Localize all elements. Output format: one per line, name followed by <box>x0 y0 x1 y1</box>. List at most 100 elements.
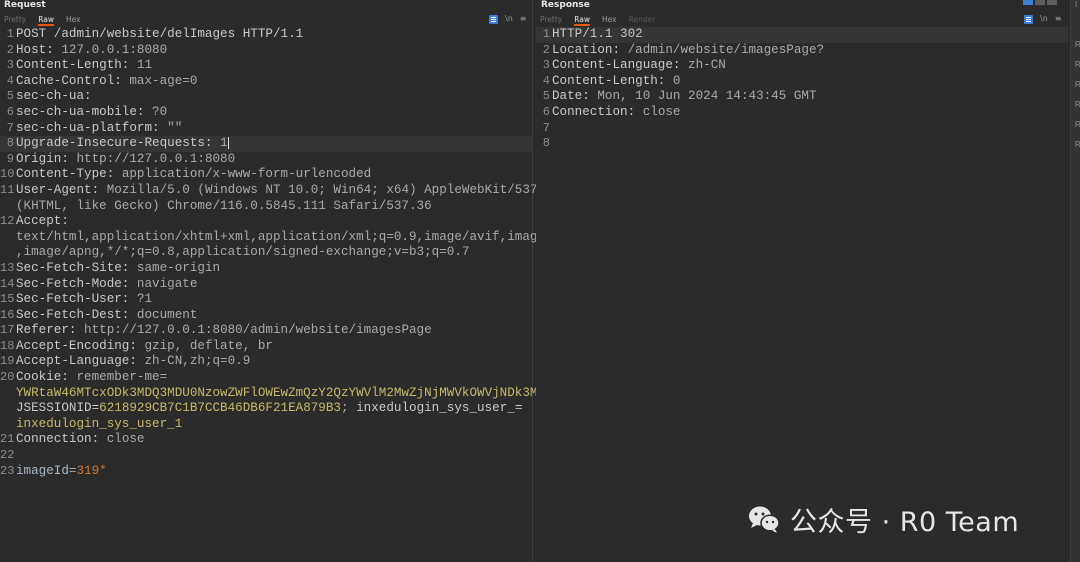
line-text: Accept-Encoding: gzip, deflate, br <box>16 339 273 355</box>
word-wrap-icon[interactable] <box>489 14 498 24</box>
line-text: sec-ch-ua-platform: "" <box>16 121 182 137</box>
line-text: Origin: http://127.0.0.1:8080 <box>16 152 235 168</box>
line-number: 3 <box>542 58 550 73</box>
line-text: HTTP/1.1 302 <box>552 27 643 43</box>
editor-line: 3 Content-Language: zh-CN <box>536 58 1068 74</box>
line-text: JSESSIONID=6218929CB7C1B7CCB46DB6F21EA87… <box>16 401 522 417</box>
show-newlines-button[interactable]: \n <box>505 13 513 25</box>
token: (KHTML, like Gecko) Chrome/116.0.5845.11… <box>16 198 432 213</box>
token: navigate <box>136 276 198 291</box>
line-number: 5 <box>542 89 550 104</box>
editor-line: 12 Accept: <box>0 214 532 230</box>
token: Connection: <box>16 432 107 447</box>
line-text: Date: Mon, 10 Jun 2024 14:43:45 GMT <box>552 89 817 105</box>
line-text: YWRtaW46MTcxODk3MDQ3MDU0NzowZWFlOWEwZmQz… <box>16 386 553 402</box>
token: max-age=0 <box>129 73 198 88</box>
editor-line: 17 Referer: http://127.0.0.1:8080/admin/w… <box>0 323 532 339</box>
sidebar-letter: R <box>1075 40 1080 49</box>
line-number: 9 <box>6 151 14 166</box>
line-text: Connection: close <box>16 432 145 448</box>
request-tab-hex[interactable]: Hex <box>66 13 87 26</box>
line-number: 21 <box>0 432 15 447</box>
editor-line: 20 Cookie: remember-me= <box>0 370 532 386</box>
layout-toggle-group <box>1023 0 1057 5</box>
token: 319* <box>76 463 107 478</box>
line-text: Cookie: remember-me= <box>16 370 167 386</box>
token: Content-Language: <box>552 58 689 73</box>
request-panel: Request Pretty Raw Hex \n ≡ 1 POST /admin… <box>0 0 583 562</box>
token: POST /admin/website/delImages HTTP/1.1 <box>16 27 304 41</box>
line-text: POST /admin/website/delImages HTTP/1.1 <box>16 27 303 43</box>
line-text: Content-Language: zh-CN <box>552 58 726 74</box>
line-number: 10 <box>0 167 15 182</box>
response-tab-render[interactable]: Render <box>629 13 662 26</box>
token: Connection: <box>552 104 643 119</box>
line-number: 8 <box>6 136 14 151</box>
line-text: Content-Length: 0 <box>552 74 680 90</box>
editor-line: 7 sec-ch-ua-platform: "" <box>0 121 532 137</box>
show-newlines-button[interactable]: \n <box>1040 13 1048 25</box>
token: Cookie: <box>16 370 77 385</box>
editor-line: 8 <box>536 136 1068 152</box>
sidebar-letter: R <box>1075 80 1080 89</box>
line-text: inxedulogin_sys_user_1 <box>16 417 182 433</box>
editor-line: 23 imageId=319* <box>0 464 532 480</box>
line-number: 13 <box>0 260 15 275</box>
line-number: 8 <box>542 136 550 151</box>
watermark: 公众号 · R0 Team <box>746 500 1019 538</box>
token: ,image/apng,*/*;q=0.8,application/signed… <box>16 245 470 260</box>
token: application/x-www-form-urlencoded <box>121 167 372 182</box>
token: Date: <box>552 89 598 104</box>
token: ?0 <box>152 104 168 119</box>
token: close <box>106 432 145 447</box>
line-text: Content-Length: 11 <box>16 58 152 74</box>
wechat-icon <box>746 501 782 537</box>
token: inxedulogin_sys_user_1 <box>16 416 183 431</box>
layout-tabs-icon[interactable] <box>1047 0 1057 5</box>
line-text: (KHTML, like Gecko) Chrome/116.0.5845.11… <box>16 199 432 215</box>
line-number: 2 <box>542 42 550 57</box>
menu-icon[interactable]: ≡ <box>1055 13 1062 25</box>
token: Location: <box>552 42 628 57</box>
layout-side-by-side-icon[interactable] <box>1023 0 1033 5</box>
editor-line: 1 POST /admin/website/delImages HTTP/1.1 <box>0 27 532 43</box>
editor-line: 11 User-Agent: Mozilla/5.0 (Windows NT 10… <box>0 182 560 199</box>
token: /admin/website/imagesPage? <box>627 42 825 57</box>
editor-line: (KHTML, like Gecko) Chrome/116.0.5845.11… <box>0 199 532 215</box>
response-tab-pretty[interactable]: Pretty <box>540 13 568 26</box>
line-number: 17 <box>0 323 15 338</box>
line-number: 1 <box>6 27 14 41</box>
editor-line: JSESSIONID=6218929CB7C1B7CCB46DB6F21EA87… <box>0 401 532 417</box>
line-text: Location: /admin/website/imagesPage? <box>552 43 824 59</box>
token: remember-me= <box>76 370 168 385</box>
token: document <box>136 307 198 322</box>
token: Cache-Control: <box>16 73 130 88</box>
request-tab-raw[interactable]: Raw <box>38 13 55 26</box>
token: close <box>642 104 681 119</box>
line-number: 16 <box>0 307 15 322</box>
layout-stacked-icon[interactable] <box>1035 0 1045 5</box>
token: User-Agent: <box>16 182 107 197</box>
editor-line: 2 Host: 127.0.0.1:8080 <box>0 43 532 59</box>
response-editor[interactable]: 1 HTTP/1.1 302 2 Location: /admin/website/i… <box>536 27 1068 562</box>
token: Content-Length: <box>552 73 673 88</box>
token: Content-Length: <box>16 58 137 73</box>
line-number: 4 <box>6 73 14 88</box>
line-number: 3 <box>6 58 14 73</box>
text-caret <box>227 136 229 149</box>
editor-line: ,image/apng,*/*;q=0.8,application/signed… <box>0 245 532 261</box>
menu-icon[interactable]: ≡ <box>520 13 527 25</box>
editor-line: 4 Cache-Control: max-age=0 <box>0 74 532 90</box>
word-wrap-icon[interactable] <box>1024 14 1033 24</box>
response-tab-raw[interactable]: Raw <box>574 13 591 26</box>
response-tab-hex[interactable]: Hex <box>602 13 623 26</box>
line-number: 19 <box>0 354 15 369</box>
sidebar-letter: R <box>1075 60 1080 69</box>
request-editor[interactable]: 1 POST /admin/website/delImages HTTP/1.1 2… <box>0 27 583 562</box>
line-text: sec-ch-ua-mobile: ?0 <box>16 105 167 121</box>
token: sec-ch-ua-platform: <box>16 120 168 135</box>
editor-line: 9 Origin: http://127.0.0.1:8080 <box>0 152 532 168</box>
request-tab-pretty[interactable]: Pretty <box>4 13 32 26</box>
editor-line: 6 sec-ch-ua-mobile: ?0 <box>0 105 532 121</box>
editor-line: 2 Location: /admin/website/imagesPage? <box>536 43 1068 59</box>
